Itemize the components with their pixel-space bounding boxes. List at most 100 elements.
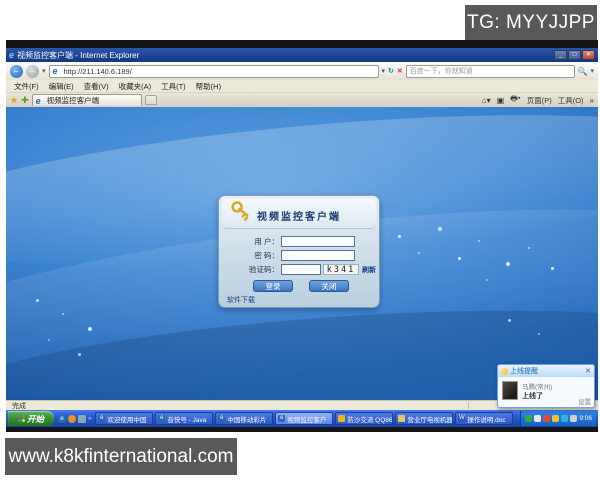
refresh-icon[interactable]: ↻: [388, 67, 394, 75]
task-button-active[interactable]: e视频监控客户: [275, 412, 333, 425]
command-bar: ⌂▾ ▣ 🖶▾ 页面(P) 工具(O) »: [482, 93, 594, 107]
minimize-button[interactable]: _: [554, 50, 567, 60]
popup-settings-link[interactable]: 设置: [578, 396, 591, 406]
menu-tools[interactable]: 工具(T): [161, 81, 186, 92]
task-button[interactable]: W操作说明.doc: [455, 412, 513, 425]
login-title: 视频监控客户端: [219, 208, 379, 223]
maximize-button[interactable]: □: [568, 50, 581, 60]
history-dropdown-icon[interactable]: ▾: [42, 67, 46, 75]
home-icon[interactable]: ⌂▾: [482, 96, 491, 105]
contact-name[interactable]: 马腾(常州): [522, 381, 552, 391]
tray-icon[interactable]: [552, 415, 559, 422]
bubble-decoration: [538, 333, 540, 335]
watermark-top-right: TG: MYYJJPP: [465, 5, 597, 40]
tab-bar: ★ ✚ e 视频监控客户端 ⌂▾ ▣ 🖶▾ 页面(P) 工具(O) »: [6, 93, 598, 107]
start-button[interactable]: 开始: [8, 411, 54, 426]
word-doc-icon: W: [458, 415, 465, 422]
menu-favorites[interactable]: 收藏夹(A): [119, 81, 152, 92]
clock: 9:06: [579, 415, 592, 422]
close-dialog-button[interactable]: 关闭: [309, 280, 349, 292]
search-options-icon[interactable]: ▾: [590, 67, 594, 75]
captcha-field[interactable]: [281, 264, 321, 275]
username-field[interactable]: [281, 236, 355, 247]
system-tray: 9:06: [520, 411, 596, 426]
tray-icon[interactable]: [543, 415, 550, 422]
menu-bar: 文件(F) 编辑(E) 查看(V) 收藏夹(A) 工具(T) 帮助(H): [6, 80, 598, 93]
bubble-decoration: [478, 240, 480, 242]
quick-launch-ie-icon[interactable]: e: [58, 415, 66, 423]
back-button[interactable]: ←: [10, 65, 23, 78]
password-field[interactable]: [281, 250, 355, 261]
chat-icon: [338, 415, 345, 422]
new-tab-button[interactable]: [145, 95, 157, 105]
chevron-icon[interactable]: »: [590, 96, 594, 105]
ie-icon: e: [98, 415, 105, 422]
tray-icon[interactable]: [525, 415, 532, 422]
address-bar: ← → ▾ e http://211.140.6.189/ ▾ ↻ ✕ 🔍 ▾: [6, 62, 598, 80]
stop-icon[interactable]: ✕: [397, 67, 403, 75]
show-desktop-icon[interactable]: [78, 415, 86, 423]
quick-launch-chevron-icon[interactable]: »: [88, 416, 91, 422]
rss-icon[interactable]: ▣: [497, 96, 505, 105]
bubble-decoration: [88, 327, 92, 331]
taskbar: 开始 e » e欢迎使用中国 e音快号 - Java e中国移动彩片 e视频监控…: [6, 410, 598, 427]
watermark-bottom-left: www.k8kfinternational.com: [5, 438, 237, 475]
popup-title: 上线提醒: [510, 366, 538, 376]
captcha-refresh-link[interactable]: 刷新: [362, 265, 376, 275]
page-menu[interactable]: 页面(P): [527, 95, 552, 106]
add-favorite-icon[interactable]: ✚: [21, 95, 29, 106]
url-field[interactable]: e http://211.140.6.189/: [49, 65, 379, 78]
folder-icon: [398, 415, 405, 422]
tab-video-client[interactable]: e 视频监控客户端: [32, 94, 142, 106]
task-button[interactable]: e音快号 - Java: [155, 412, 213, 425]
task-button[interactable]: e欢迎使用中国: [95, 412, 153, 425]
user-row: 用 户：: [219, 236, 379, 247]
menu-file[interactable]: 文件(F): [14, 81, 39, 92]
address-dropdown-icon[interactable]: ▾: [382, 67, 386, 75]
window-titlebar: e 视频监控客户端 - Internet Explorer _ □ ✕: [6, 48, 598, 62]
qq-tray-icon[interactable]: [561, 415, 568, 422]
bubble-decoration: [78, 353, 81, 356]
user-label: 用 户：: [219, 236, 281, 247]
task-button[interactable]: 营业厅电视机器材: [395, 412, 453, 425]
print-icon[interactable]: 🖶▾: [510, 93, 521, 107]
bubble-decoration: [458, 257, 461, 260]
tray-icon[interactable]: [534, 415, 541, 422]
smiley-icon: [501, 368, 508, 375]
bubble-decoration: [36, 299, 39, 302]
ie-window: e 视频监控客户端 - Internet Explorer _ □ ✕ ← → …: [6, 40, 598, 432]
status-text: 完成: [12, 401, 26, 411]
bubble-decoration: [398, 235, 401, 238]
search-input[interactable]: [406, 65, 575, 78]
menu-edit[interactable]: 编辑(E): [49, 81, 74, 92]
window-title: 视频监控客户端 - Internet Explorer: [17, 50, 139, 61]
close-button[interactable]: ✕: [582, 50, 595, 60]
forward-button[interactable]: →: [26, 65, 39, 78]
ie-icon: e: [218, 415, 225, 422]
favorites-star-icon[interactable]: ★: [10, 95, 18, 106]
windows-flag-icon: [18, 415, 25, 422]
software-download-link[interactable]: 软件下载: [227, 295, 255, 305]
captcha-label: 验证码：: [219, 264, 281, 275]
search-icon[interactable]: 🔍: [578, 67, 588, 76]
login-button[interactable]: 登录: [253, 280, 293, 292]
volume-icon[interactable]: [570, 415, 577, 422]
task-button[interactable]: 防沙交流 QQ86: [335, 412, 393, 425]
menu-view[interactable]: 查看(V): [84, 81, 109, 92]
quick-launch-app-icon[interactable]: [68, 415, 76, 423]
online-reminder-popup: 上线提醒 ✕ 马腾(常州) 上线了 设置: [497, 364, 595, 408]
task-button[interactable]: e中国移动彩片: [215, 412, 273, 425]
popup-close-icon[interactable]: ✕: [585, 367, 591, 375]
quick-launch: e »: [56, 415, 93, 423]
captcha-row: 验证码： k341 刷新: [219, 264, 379, 275]
popup-header: 上线提醒 ✕: [498, 365, 594, 377]
url-text: http://211.140.6.189/: [64, 67, 132, 76]
contact-avatar[interactable]: [502, 381, 518, 400]
menu-help[interactable]: 帮助(H): [196, 81, 221, 92]
bubble-decoration: [506, 262, 510, 266]
tools-menu[interactable]: 工具(O): [558, 95, 584, 106]
bubble-decoration: [486, 279, 488, 281]
tab-ie-icon: e: [36, 96, 41, 106]
bubble-decoration: [551, 267, 554, 270]
bubble-decoration: [418, 252, 420, 254]
